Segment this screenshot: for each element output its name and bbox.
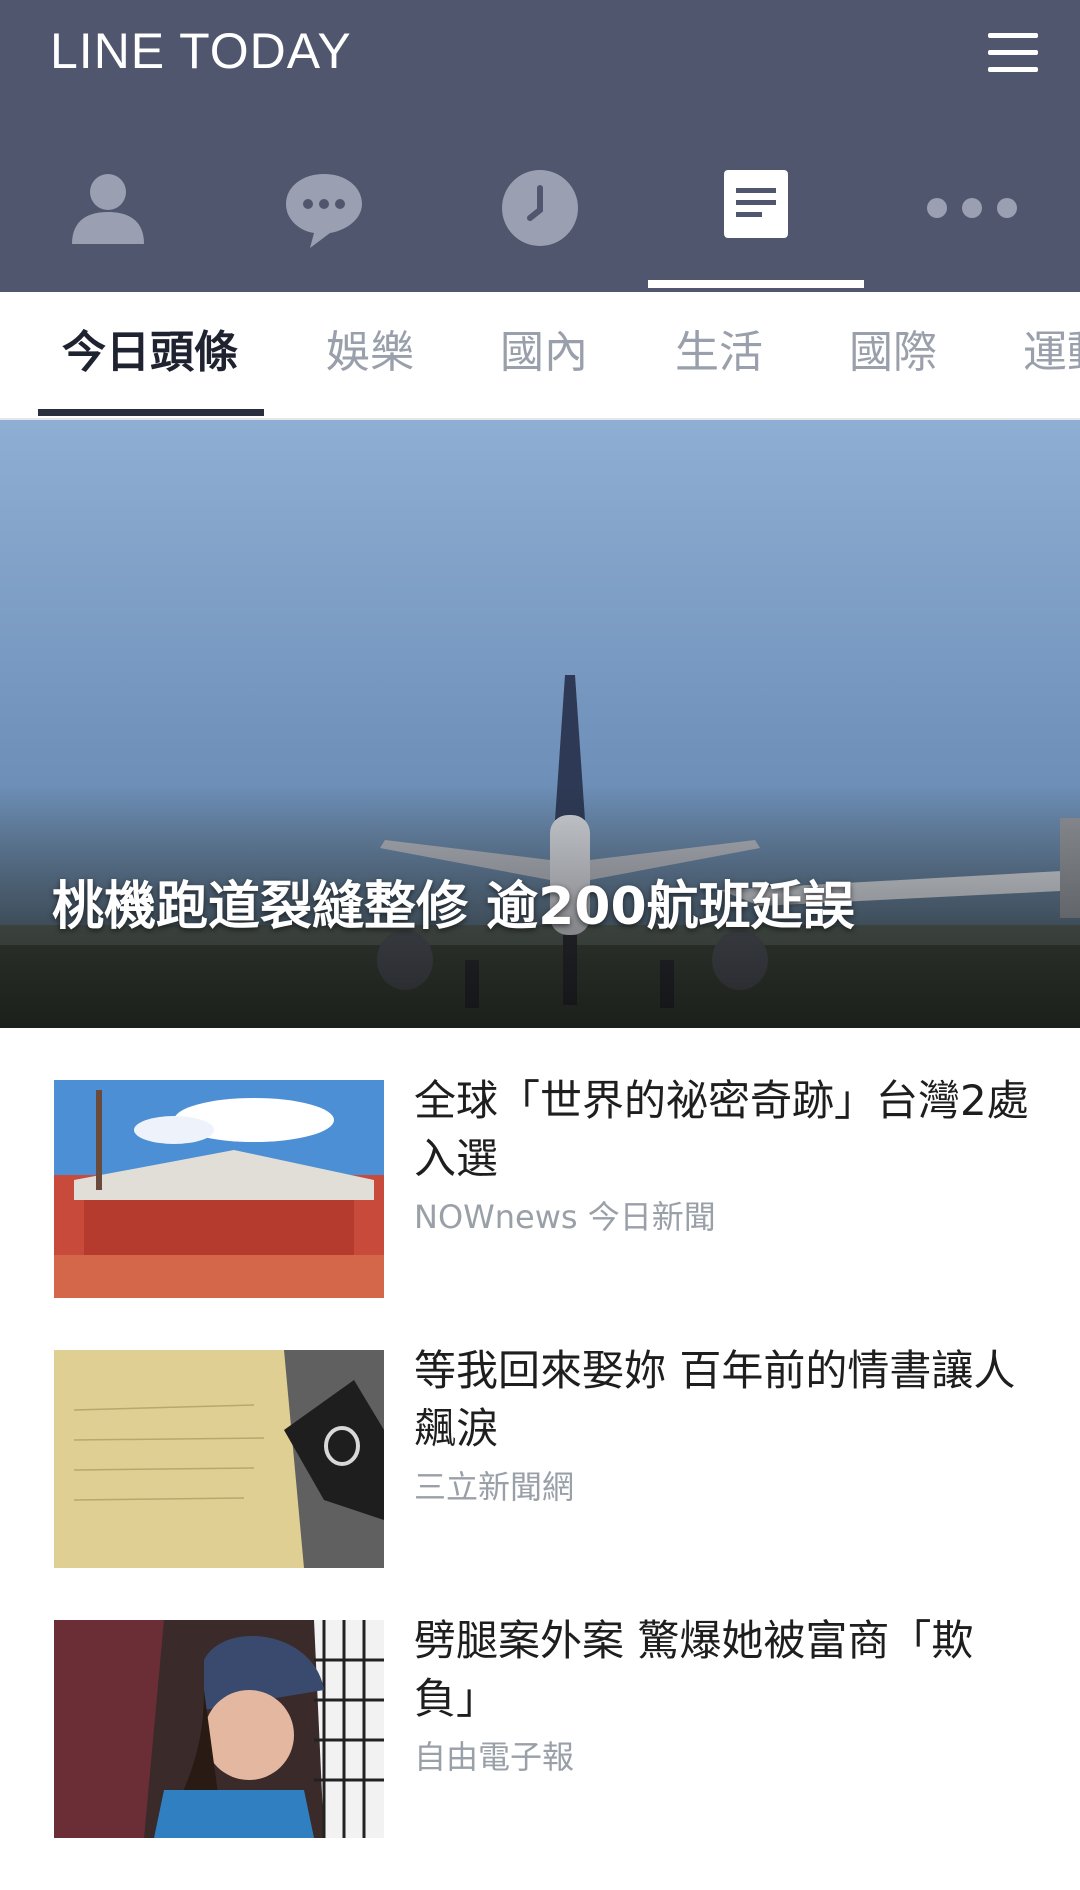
hamburger-menu-button[interactable] (980, 26, 1046, 78)
tab-more[interactable] (864, 140, 1080, 280)
tab-life[interactable]: 生活 (675, 292, 763, 418)
hero-headline: 桃機跑道裂縫整修 逾200航班延誤 (52, 877, 855, 937)
category-tab-bar: 今日頭條 娛樂 國內 生活 國際 運動 (0, 292, 1080, 420)
news-thumbnail (54, 1350, 384, 1568)
news-title: 劈腿案外案 驚爆她被富商「欺負」 (414, 1616, 974, 1723)
hero-banner[interactable]: 桃機跑道裂縫整修 逾200航班延誤 ‹› (0, 420, 1080, 1028)
clock-icon (502, 170, 578, 246)
app-title: LINE TODAY (50, 23, 352, 79)
person-icon (72, 174, 144, 244)
tab-entertainment[interactable]: 娛樂 (326, 292, 414, 418)
news-thumbnail (54, 1080, 384, 1298)
tab-today-headlines[interactable]: 今日頭條 (62, 292, 238, 418)
news-title: 等我回來娶妳 百年前的情書讓人飆淚 (414, 1346, 1016, 1453)
news-source: NOWnews 今日新聞 (414, 1198, 716, 1236)
news-list-item[interactable]: 劈腿案外案 驚爆她被富商「欺負」 自由電子報 (0, 1616, 1080, 1890)
tab-domestic[interactable]: 國內 (500, 292, 588, 418)
news-list-item[interactable]: 全球「世界的祕密奇跡」台灣2處入選 NOWnews 今日新聞 (0, 1076, 1080, 1350)
tab-news[interactable] (648, 140, 864, 288)
category-active-indicator (38, 409, 264, 416)
app-header: LINE TODAY (0, 0, 1080, 292)
tab-international[interactable]: 國際 (849, 292, 937, 418)
news-list-item[interactable]: 等我回來娶妳 百年前的情書讓人飆淚 三立新聞網 (0, 1346, 1080, 1620)
news-source: 三立新聞網 (414, 1468, 575, 1506)
tab-chats[interactable] (216, 140, 432, 280)
news-thumbnail (54, 1620, 384, 1838)
chat-bubble-icon (286, 174, 362, 248)
news-source: 自由電子報 (414, 1738, 575, 1776)
news-icon (724, 170, 788, 238)
active-tab-indicator (648, 280, 864, 288)
tab-sports[interactable]: 運動 (1023, 292, 1080, 418)
news-title: 全球「世界的祕密奇跡」台灣2處入選 (414, 1076, 1029, 1183)
more-dots-icon (927, 198, 1017, 218)
tab-friends[interactable] (0, 140, 216, 280)
tab-timeline[interactable] (432, 140, 648, 280)
